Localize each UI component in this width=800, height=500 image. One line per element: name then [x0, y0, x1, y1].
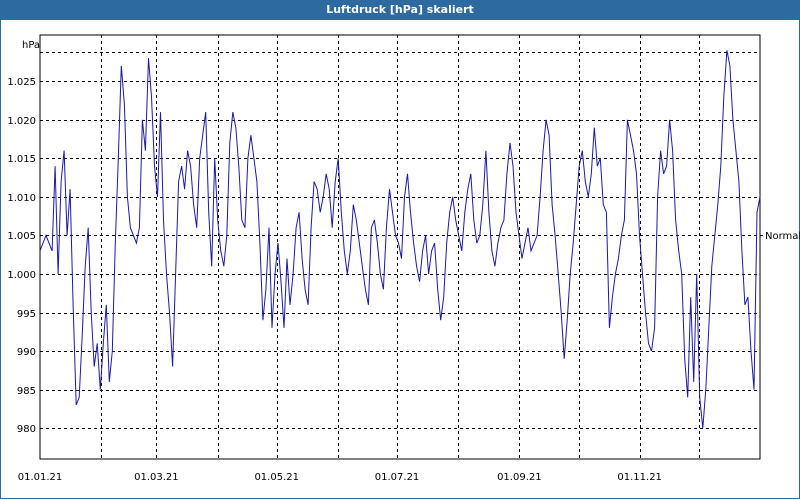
x-tick-label: 01.09.21 [497, 472, 542, 483]
y-tick-label: 1.005 [7, 231, 36, 242]
y-axis-label: hPa [22, 40, 40, 51]
x-tick-label: 01.11.21 [617, 472, 662, 483]
y-tick-label: 1.025 [7, 77, 36, 88]
y-tick-label: 980 [17, 424, 36, 435]
x-tick-label: 01.05.21 [254, 472, 299, 483]
y-ticks: 980 985 990 995 1.000 1.005 1.010 1.015 1.020 1.0… [7, 77, 36, 435]
y-tick-label: 1.010 [7, 193, 36, 204]
x-tick-label: 01.03.21 [134, 472, 179, 483]
y-tick-label: 1.000 [7, 270, 36, 281]
pressure-chart: 980 985 990 995 1.000 1.005 1.010 1.015 1.020 1.0… [7, 34, 800, 483]
y-tick-label: 1.015 [7, 154, 36, 165]
y-tick-label: 1.020 [7, 116, 36, 127]
normal-label: Normal [765, 231, 800, 242]
y-tick-label: 995 [17, 309, 36, 320]
y-tick-label: 985 [17, 386, 36, 397]
y-tick-label: 990 [17, 347, 36, 358]
plot-area [39, 34, 761, 460]
x-ticks: 01.01.21 01.03.21 01.05.21 01.07.21 01.09.21… [18, 472, 662, 483]
x-tick-label: 01.01.21 [18, 472, 63, 483]
x-tick-label: 01.07.21 [375, 472, 420, 483]
